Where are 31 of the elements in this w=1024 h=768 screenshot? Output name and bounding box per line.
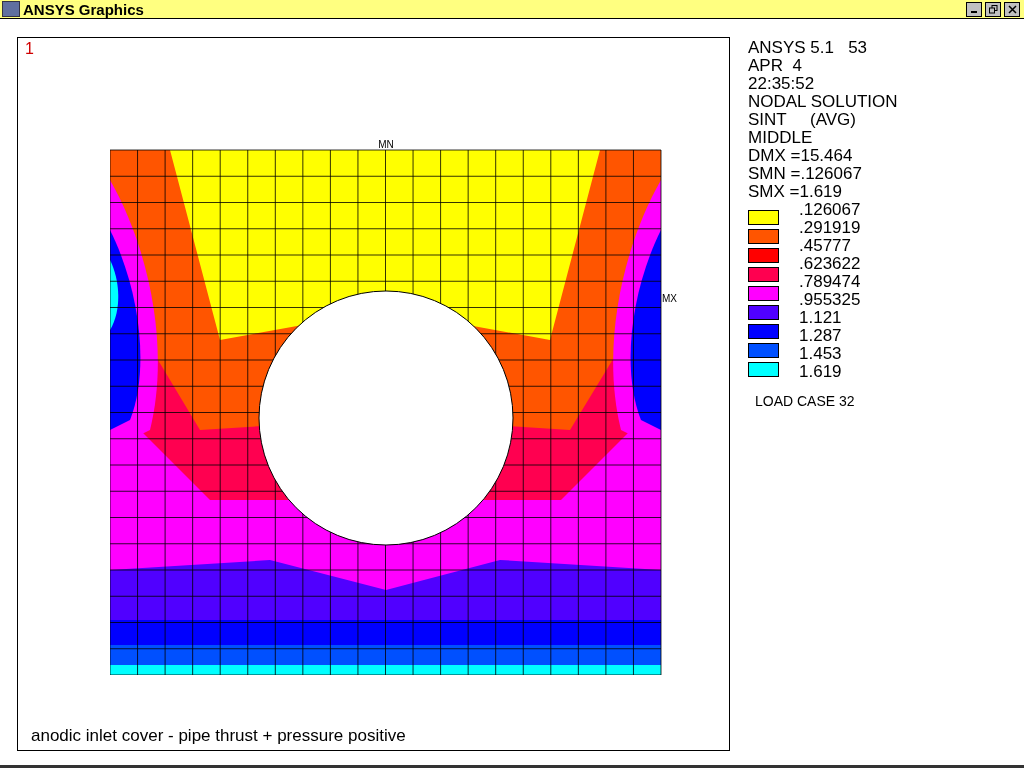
- info-text: DMX =15.464: [748, 147, 853, 165]
- legend-value: .955325: [799, 291, 861, 309]
- minimize-button[interactable]: [966, 1, 982, 17]
- info-text: NODAL SOLUTION: [748, 93, 898, 111]
- window-number: 1: [25, 40, 34, 58]
- legend-value: 1.287: [799, 327, 842, 345]
- info-text: APR 4: [748, 57, 802, 75]
- restore-button[interactable]: [985, 1, 1001, 17]
- info-text: MIDDLE: [748, 129, 813, 147]
- min-marker-label: MN: [378, 139, 394, 150]
- legend-value: .45777: [799, 237, 851, 255]
- legend-value: .789474: [799, 273, 861, 291]
- info-text: SMN =.126067: [748, 165, 862, 183]
- info-text: ANSYS 5.1 53: [748, 39, 868, 57]
- info-text: SINT (AVG): [748, 111, 856, 129]
- restore-icon: [988, 4, 998, 14]
- close-icon: [1007, 4, 1017, 14]
- load-case-label: LOAD CASE 32: [755, 393, 855, 409]
- legend-value: 1.619: [799, 363, 842, 381]
- legend-value: .291919: [799, 219, 861, 237]
- info-text: SMX =1.619: [748, 183, 843, 201]
- max-marker-label: MX: [662, 293, 677, 304]
- legend-value: 1.453: [799, 345, 842, 363]
- window-title: ANSYS Graphics: [23, 0, 145, 18]
- info-text: 22:35:52: [748, 75, 815, 93]
- legend-value: .126067: [799, 201, 861, 219]
- close-button[interactable]: [1004, 1, 1020, 17]
- legend-value: .623622: [799, 255, 861, 273]
- plot-caption: anodic inlet cover - pipe thrust + pressure positive: [31, 726, 406, 746]
- legend-value: 1.121: [799, 309, 842, 327]
- app-icon: [2, 1, 20, 17]
